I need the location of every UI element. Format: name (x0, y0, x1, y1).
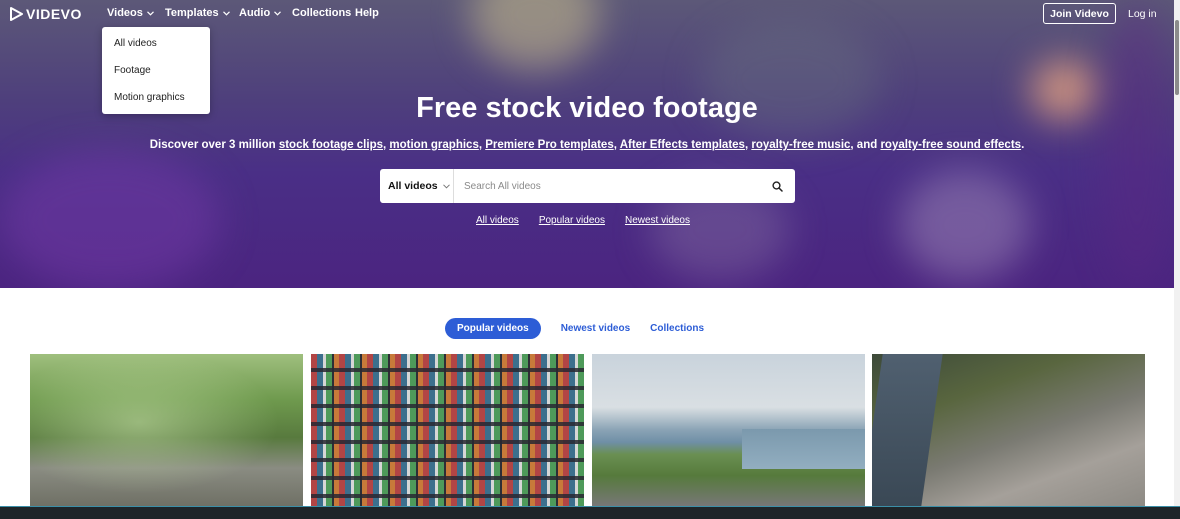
videvo-logo-icon (10, 7, 23, 21)
quick-link-newest-videos[interactable]: Newest videos (625, 215, 690, 226)
top-nav: VIDEVO Videos Templates Audio Collection… (0, 0, 1174, 28)
subtitle-prefix: Discover over 3 million (149, 139, 279, 151)
nav-audio-label: Audio (239, 7, 271, 19)
search-icon (771, 180, 783, 192)
search-bar: All videos (380, 169, 795, 203)
premiere-pro-link[interactable]: Premiere Pro templates (485, 139, 613, 151)
brand-name: VIDEVO (26, 6, 82, 22)
video-thumbnail-aerial-city[interactable] (872, 354, 1145, 506)
page-scrollbar[interactable] (1174, 0, 1180, 506)
search-category-select[interactable]: All videos (380, 169, 454, 203)
join-button[interactable]: Join Videvo (1043, 3, 1116, 24)
subtitle-separator: , and (850, 139, 881, 151)
videos-dropdown-menu: All videos Footage Motion graphics (102, 27, 210, 114)
nav-videos-label: Videos (107, 7, 143, 19)
search-category-label: All videos (388, 180, 438, 192)
after-effects-link[interactable]: After Effects templates (620, 139, 745, 151)
royalty-free-sfx-link[interactable]: royalty-free sound effects (880, 139, 1021, 151)
chevron-down-icon (146, 10, 154, 16)
royalty-free-music-link[interactable]: royalty-free music (751, 139, 850, 151)
video-thumbnail-shipping-containers[interactable] (311, 354, 584, 506)
quick-links: All videos Popular videos Newest videos (476, 215, 690, 226)
dropdown-item-footage[interactable]: Footage (102, 64, 210, 91)
page: VIDEVO Videos Templates Audio Collection… (0, 0, 1180, 519)
video-thumbnail-rain-puddle[interactable] (30, 354, 303, 506)
tab-popular-videos[interactable]: Popular videos (445, 318, 541, 339)
dropdown-item-all-videos[interactable]: All videos (102, 37, 210, 64)
motion-graphics-link[interactable]: motion graphics (389, 139, 478, 151)
nav-videos[interactable]: Videos (107, 7, 154, 19)
search-button[interactable] (759, 169, 795, 203)
dropdown-item-motion-graphics[interactable]: Motion graphics (102, 91, 210, 118)
nav-help[interactable]: Help (355, 7, 379, 19)
tab-collections[interactable]: Collections (650, 318, 704, 339)
nav-audio[interactable]: Audio (239, 7, 282, 19)
scrollbar-thumb[interactable] (1175, 20, 1179, 95)
hero-subtitle: Discover over 3 million stock footage cl… (0, 139, 1174, 151)
video-thumbnail-coastal-cliffs[interactable] (592, 354, 865, 506)
nav-templates-label: Templates (165, 7, 219, 19)
quick-link-popular-videos[interactable]: Popular videos (539, 215, 605, 226)
chevron-down-icon (222, 10, 230, 16)
bottom-bar (0, 506, 1180, 519)
video-tabs: Popular videos Newest videos Collections (445, 318, 704, 339)
nav-help-label: Help (355, 7, 379, 19)
login-link[interactable]: Log in (1128, 8, 1157, 20)
nav-templates[interactable]: Templates (165, 7, 230, 19)
nav-collections[interactable]: Collections (292, 7, 351, 19)
quick-link-all-videos[interactable]: All videos (476, 215, 519, 226)
chevron-down-icon (442, 183, 450, 189)
logo[interactable]: VIDEVO (10, 6, 82, 22)
search-input[interactable] (454, 171, 759, 201)
chevron-down-icon (274, 10, 282, 16)
subtitle-suffix: . (1021, 139, 1025, 151)
tab-newest-videos[interactable]: Newest videos (561, 318, 630, 339)
stock-footage-link[interactable]: stock footage clips (279, 139, 383, 151)
nav-collections-label: Collections (292, 7, 352, 19)
